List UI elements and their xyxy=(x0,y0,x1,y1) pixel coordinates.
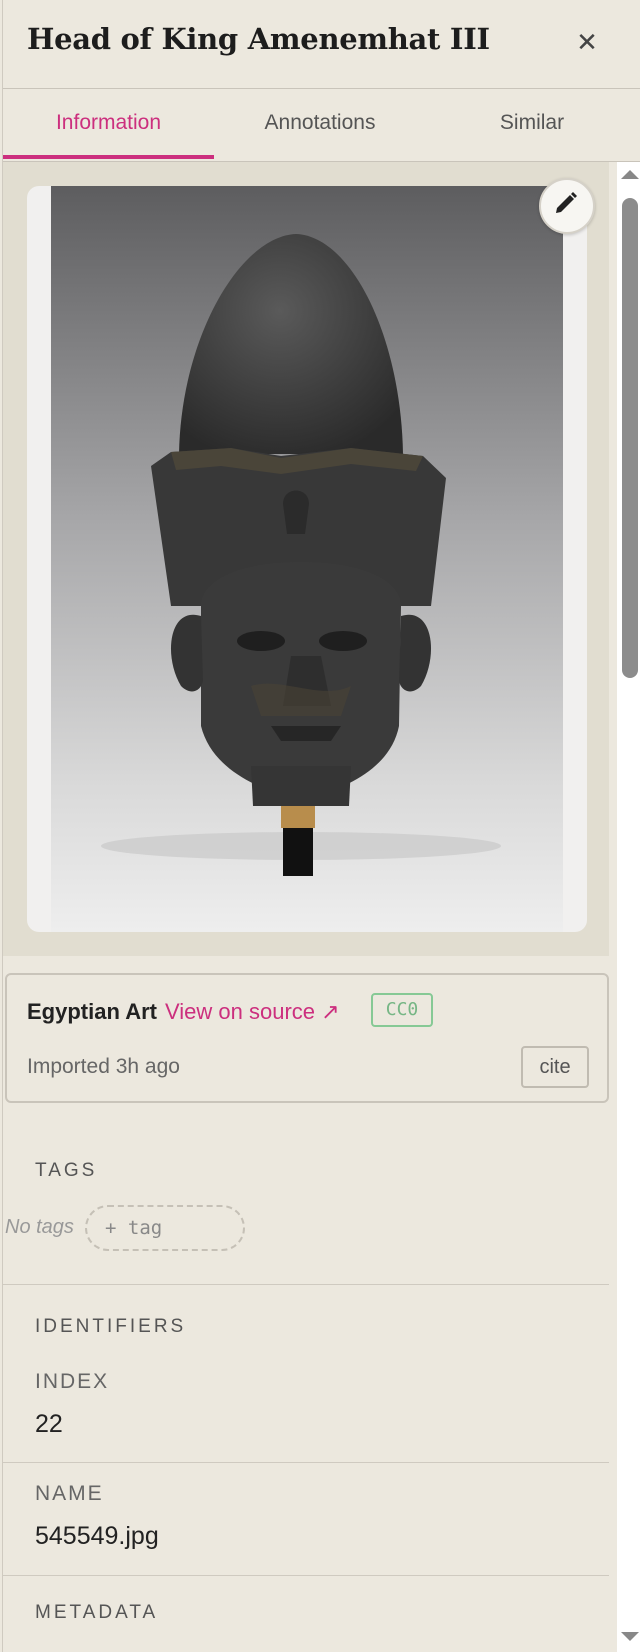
collection-name: Egyptian Art xyxy=(27,999,157,1024)
pencil-icon xyxy=(556,192,577,213)
tab-annotations[interactable]: Annotations xyxy=(214,89,426,161)
divider xyxy=(3,1575,609,1576)
imported-timestamp: Imported 3h ago xyxy=(27,1055,180,1078)
scroll-down-arrow-icon[interactable] xyxy=(621,1632,639,1641)
scroll-content: Egyptian Art View on source ↗ CC0 Import… xyxy=(3,162,609,1652)
name-label: NAME xyxy=(35,1482,104,1505)
index-label: INDEX xyxy=(35,1370,110,1393)
view-on-source-link[interactable]: View on source ↗ xyxy=(165,999,340,1025)
cite-button[interactable]: cite xyxy=(521,1046,589,1088)
divider xyxy=(3,1284,609,1285)
close-icon[interactable]: ✕ xyxy=(573,28,601,56)
tab-bar: Information Annotations Similar xyxy=(3,89,640,162)
index-value: 22 xyxy=(35,1410,63,1438)
artwork-image[interactable] xyxy=(51,186,563,932)
tab-information[interactable]: Information xyxy=(3,89,214,161)
active-tab-indicator xyxy=(3,155,214,159)
divider xyxy=(3,1462,609,1463)
no-tags-text: No tags xyxy=(5,1216,74,1238)
panel-header: Head of King Amenemhat III ✕ xyxy=(3,0,640,89)
identifiers-heading: IDENTIFIERS xyxy=(35,1316,187,1337)
image-card xyxy=(27,186,587,932)
edit-image-button[interactable] xyxy=(539,178,595,234)
name-value: 545549.jpg xyxy=(35,1522,159,1550)
scrollbar-thumb[interactable] xyxy=(622,198,638,678)
metadata-heading: METADATA xyxy=(35,1602,159,1623)
scroll-up-arrow-icon[interactable] xyxy=(621,170,639,179)
scrollbar[interactable] xyxy=(617,162,640,1652)
tags-heading: TAGS xyxy=(35,1160,98,1181)
detail-panel: Head of King Amenemhat III ✕ Information… xyxy=(2,0,640,1652)
page-title: Head of King Amenemhat III xyxy=(27,22,490,56)
license-badge: CC0 xyxy=(371,993,433,1027)
image-section xyxy=(3,162,609,956)
source-card: Egyptian Art View on source ↗ CC0 Import… xyxy=(5,973,609,1103)
tab-similar[interactable]: Similar xyxy=(426,89,638,161)
add-tag-button[interactable]: + tag xyxy=(85,1205,245,1251)
